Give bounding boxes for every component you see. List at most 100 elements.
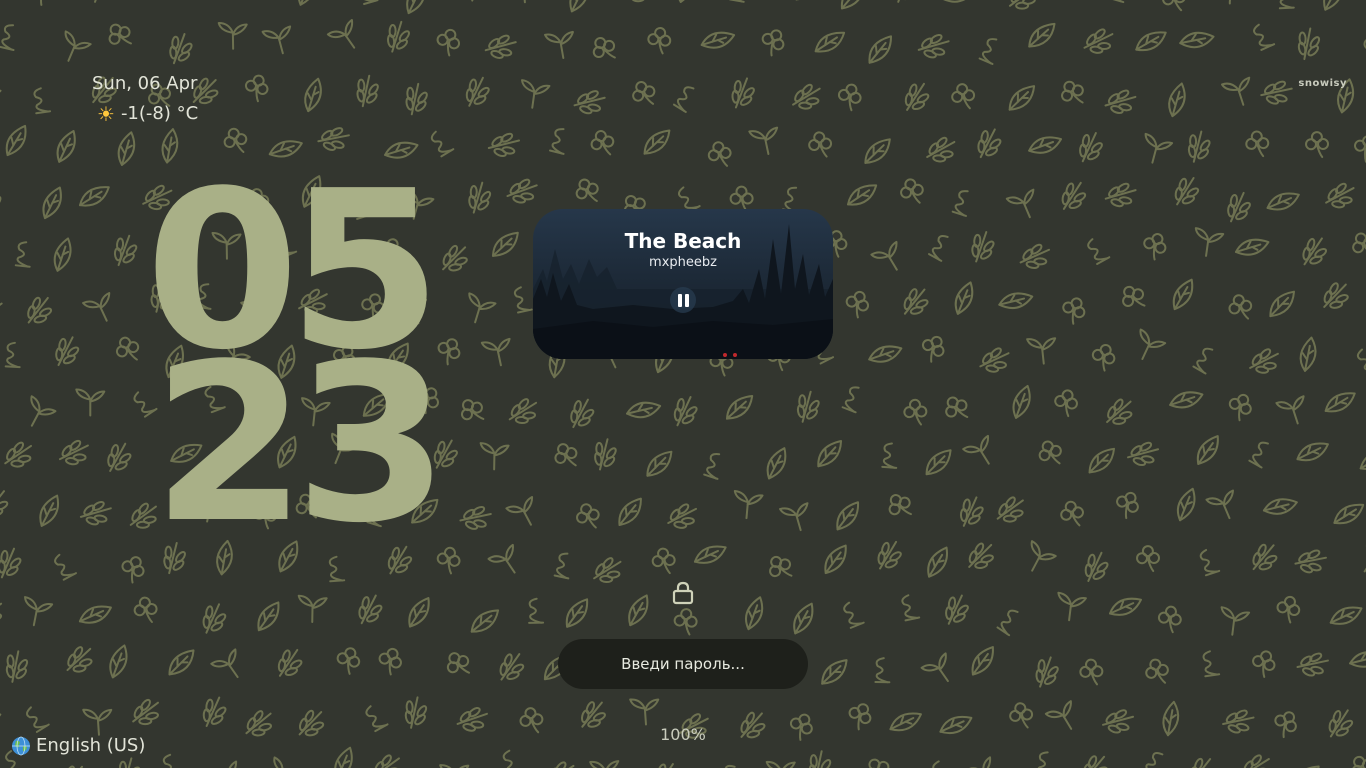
wallpaper-motif <box>589 758 622 768</box>
wallpaper-motif <box>491 230 519 258</box>
wallpaper-motif <box>971 125 1006 161</box>
wallpaper-motif <box>947 281 981 315</box>
wallpaper-motif <box>1167 278 1199 311</box>
password-field[interactable] <box>558 639 808 689</box>
wallpaper-motif <box>1197 547 1221 577</box>
wallpaper-motif <box>517 79 551 111</box>
wallpaper-motif <box>1193 435 1223 465</box>
wallpaper-motif <box>648 759 682 768</box>
wallpaper-motif <box>1266 184 1300 218</box>
wallpaper-motif <box>527 597 545 624</box>
wallpaper-motif <box>1352 541 1366 581</box>
wallpaper-motif <box>728 0 749 3</box>
wallpaper-motif <box>1007 0 1040 13</box>
wallpaper-motif <box>1080 752 1110 768</box>
wallpaper-motif <box>1105 396 1135 427</box>
wallpaper-motif <box>458 0 495 7</box>
wallpaper-motif <box>672 607 699 637</box>
wallpaper-motif <box>622 594 655 627</box>
wallpaper-motif <box>1057 293 1090 328</box>
wallpaper-motif <box>1234 229 1270 265</box>
wallpaper-motif <box>748 124 784 158</box>
wallpaper-motif <box>1137 132 1174 168</box>
wallpaper-motif <box>1135 25 1167 57</box>
wallpaper-motif <box>668 0 703 3</box>
wallpaper-motif <box>902 398 929 427</box>
wallpaper-motif <box>788 387 826 425</box>
wallpaper-motif <box>261 23 298 58</box>
wallpaper-motif <box>962 433 1002 473</box>
wallpaper-motif <box>1225 291 1255 324</box>
wallpaper-motif <box>790 79 824 114</box>
wallpaper-motif <box>760 447 793 480</box>
wallpaper-motif <box>295 77 331 113</box>
wallpaper-motif <box>564 395 599 431</box>
wallpaper-motif <box>915 26 954 65</box>
wallpaper-motif <box>667 392 703 429</box>
wallpaper-motif <box>1160 0 1189 14</box>
wallpaper-motif <box>1249 541 1280 573</box>
wallpaper-motif <box>1005 186 1044 224</box>
wallpaper-motif <box>1116 280 1151 316</box>
wallpaper-motif <box>1321 280 1350 310</box>
wallpaper-motif <box>505 494 545 533</box>
lock-icon <box>672 581 694 605</box>
wallpaper-motif <box>480 335 516 370</box>
wallpaper-motif <box>168 649 195 676</box>
wallpaper-motif <box>591 553 625 587</box>
wallpaper-motif <box>106 231 143 269</box>
wallpaper-motif <box>459 73 495 109</box>
wallpaper-motif <box>509 0 544 7</box>
wallpaper-motif <box>356 0 379 5</box>
wallpaper-motif <box>872 537 906 572</box>
wallpaper-motif <box>1200 649 1221 678</box>
wallpaper-motif <box>1262 488 1298 524</box>
wallpaper-motif <box>507 394 541 428</box>
wallpaper-motif <box>378 17 416 55</box>
wallpaper-motif <box>1102 175 1141 214</box>
wallpaper-motif <box>1296 435 1329 468</box>
wallpaper-motif <box>1110 487 1144 522</box>
wallpaper-motif <box>82 290 121 328</box>
wallpaper-motif <box>51 550 77 581</box>
wallpaper-motif <box>241 71 272 104</box>
wallpaper-motif <box>1275 393 1313 429</box>
wallpaper-motif <box>132 595 159 625</box>
wallpaper-motif <box>457 498 496 537</box>
wallpaper-motif <box>495 649 528 683</box>
wallpaper-motif <box>1155 604 1184 635</box>
wallpaper-motif <box>1217 606 1251 638</box>
wallpaper-motif <box>101 439 136 475</box>
wallpaper-motif <box>847 179 878 210</box>
wallpaper-motif <box>1018 238 1054 275</box>
wallpaper-motif <box>460 292 498 328</box>
wallpaper-motif <box>1004 384 1039 419</box>
wallpaper-motif <box>1291 763 1320 768</box>
wallpaper-motif <box>834 81 865 113</box>
wallpaper-motif <box>705 139 734 170</box>
wallpaper-motif <box>1333 498 1365 530</box>
wallpaper-motif <box>1247 343 1283 379</box>
wallpaper-motif <box>161 752 181 768</box>
wallpaper-motif <box>1317 0 1350 11</box>
wallpaper-motif <box>1054 591 1088 624</box>
wallpaper-motif <box>1056 178 1090 213</box>
wallpaper-motif <box>80 0 118 8</box>
wallpaper-motif <box>724 73 761 111</box>
wallpaper-motif <box>1248 438 1275 469</box>
wallpaper-motif <box>729 185 754 213</box>
battery-label: 100% <box>660 725 706 744</box>
wallpaper-motif <box>109 131 144 166</box>
wallpaper-motif <box>45 237 80 272</box>
wallpaper-motif <box>816 439 844 468</box>
pause-button[interactable] <box>670 287 696 313</box>
wallpaper-motif <box>487 542 528 582</box>
wallpaper-motif <box>1273 593 1303 625</box>
wallpaper-motif <box>1078 548 1114 585</box>
wallpaper-motif <box>1051 387 1081 419</box>
password-input[interactable] <box>571 654 795 674</box>
wallpaper-motif <box>352 591 387 627</box>
wallpaper-motif <box>650 546 677 576</box>
wallpaper-motif <box>1179 126 1217 165</box>
wallpaper-motif <box>799 746 838 768</box>
